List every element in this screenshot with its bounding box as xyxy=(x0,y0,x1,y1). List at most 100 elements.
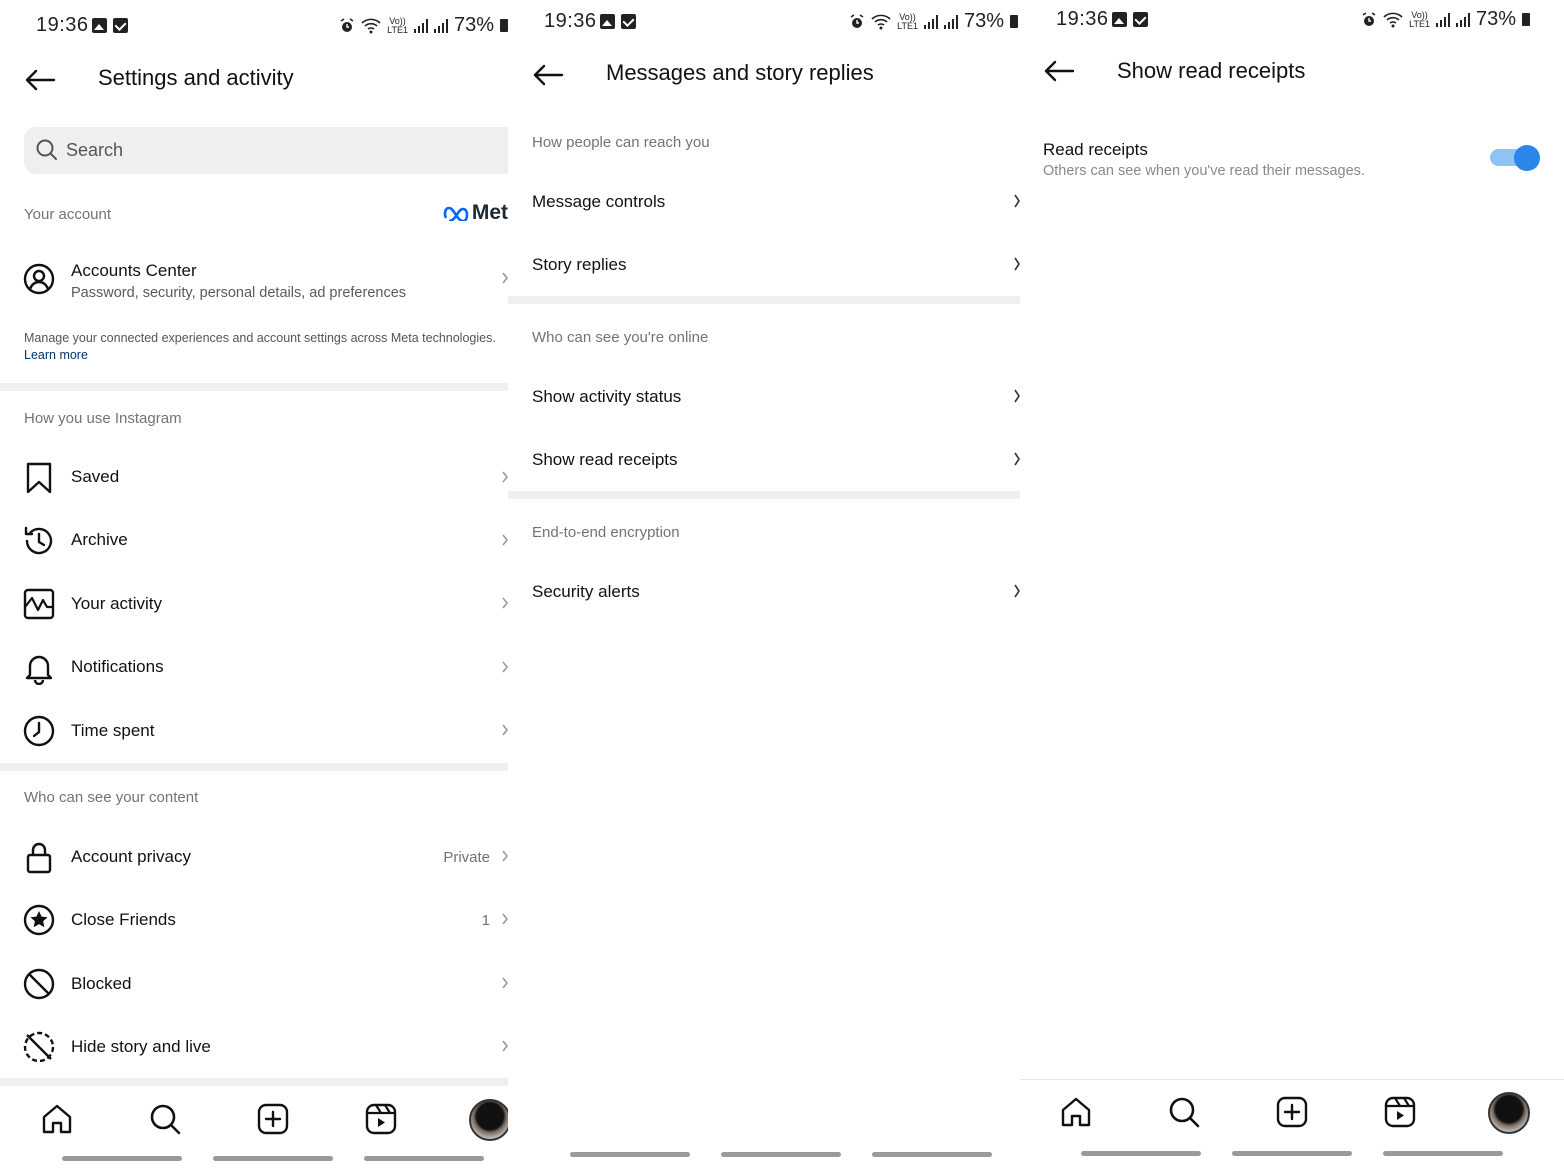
section-usage-label: How you use Instagram xyxy=(24,410,182,427)
signal-roaming-icon xyxy=(1455,12,1470,27)
back-arrow-icon[interactable] xyxy=(532,63,564,87)
home-icon[interactable] xyxy=(1059,1095,1093,1129)
time-spent-item[interactable]: Time spent xyxy=(0,700,508,760)
checkbox-notification-icon xyxy=(113,18,128,33)
gesture-bar xyxy=(872,1152,992,1157)
section-online-label: Who can see you're online xyxy=(532,329,709,346)
status-time: 19:36 xyxy=(1056,8,1109,30)
blocked-label: Blocked xyxy=(71,974,132,993)
signal-roaming-icon xyxy=(943,14,958,29)
settings-and-activity-screen: 19:36 Vo)) LTE1 73% Settings and activity… xyxy=(0,0,508,1172)
battery-percent: 73% xyxy=(963,10,1004,32)
wifi-icon xyxy=(361,18,381,33)
read-receipts-description: Others can see when you've read their me… xyxy=(1043,163,1365,179)
account-privacy-item[interactable]: Account privacy Private xyxy=(0,826,508,886)
notifications-item[interactable]: Notifications xyxy=(0,637,508,697)
battery-icon xyxy=(500,19,508,32)
section-reach-label: How people can reach you xyxy=(532,134,710,151)
hide-story-and-live-item[interactable]: Hide story and live xyxy=(0,1016,508,1076)
battery-percent: 73% xyxy=(1475,8,1516,30)
battery-percent: 73% xyxy=(453,14,494,36)
home-icon[interactable] xyxy=(40,1102,74,1136)
bottom-nav xyxy=(0,1086,508,1172)
reels-icon[interactable] xyxy=(364,1102,398,1136)
show-activity-status-label: Show activity status xyxy=(532,387,682,406)
archive-item[interactable]: Archive xyxy=(0,510,508,570)
volte-indicator: Vo)) LTE1 xyxy=(387,15,408,35)
alarm-icon xyxy=(850,13,864,28)
hide-story-label: Hide story and live xyxy=(71,1037,211,1056)
lock-icon xyxy=(26,842,52,874)
blocked-item[interactable]: Blocked xyxy=(0,953,508,1013)
saved-item[interactable]: Saved xyxy=(0,447,508,507)
account-privacy-value: Private xyxy=(443,849,490,866)
gesture-bar xyxy=(1232,1151,1352,1156)
checkbox-notification-icon xyxy=(621,14,636,29)
story-replies-label: Story replies xyxy=(532,255,627,274)
signal-icon xyxy=(413,18,428,33)
back-arrow-icon[interactable] xyxy=(24,68,56,92)
search-input[interactable]: Search xyxy=(24,127,508,174)
messages-and-story-replies-screen: 19:36 Vo)) LTE1 73% Messages and story re… xyxy=(508,0,1020,1172)
profile-avatar[interactable] xyxy=(1488,1092,1530,1134)
section-divider xyxy=(0,763,508,771)
bell-icon xyxy=(25,655,53,685)
profile-avatar[interactable] xyxy=(469,1099,508,1141)
wifi-icon xyxy=(1383,12,1403,27)
page-title: Show read receipts xyxy=(1117,58,1306,83)
create-icon[interactable] xyxy=(1275,1095,1309,1129)
section-divider xyxy=(0,383,508,391)
signal-roaming-icon xyxy=(433,18,448,33)
section-divider xyxy=(508,491,1020,499)
close-friends-item[interactable]: Close Friends 1 xyxy=(0,889,508,949)
page-title: Messages and story replies xyxy=(606,60,874,85)
search-icon[interactable] xyxy=(148,1102,182,1136)
section-divider xyxy=(508,296,1020,304)
status-time: 19:36 xyxy=(544,10,597,32)
checkbox-notification-icon xyxy=(1133,12,1148,27)
accounts-center-item[interactable]: Accounts Center Password, security, pers… xyxy=(0,250,508,312)
meta-note: Manage your connected experiences and ac… xyxy=(24,331,496,345)
show-read-receipts-label: Show read receipts xyxy=(532,450,678,469)
clock-icon xyxy=(23,715,55,747)
gesture-bar xyxy=(62,1156,182,1161)
search-icon[interactable] xyxy=(1167,1095,1201,1129)
gesture-bar xyxy=(721,1152,841,1157)
gallery-notification-icon xyxy=(1112,12,1127,27)
close-friends-count: 1 xyxy=(481,912,490,929)
gesture-bar xyxy=(1383,1151,1503,1156)
signal-icon xyxy=(923,14,938,29)
header: Messages and story replies xyxy=(508,55,1020,95)
read-receipts-toggle[interactable] xyxy=(1490,145,1540,171)
block-icon xyxy=(23,968,55,1000)
archive-clock-icon xyxy=(24,526,53,555)
header: Show read receipts xyxy=(1020,53,1564,93)
back-arrow-icon[interactable] xyxy=(1043,59,1075,83)
gesture-bar xyxy=(570,1152,690,1157)
bookmark-icon xyxy=(26,462,52,494)
your-activity-item[interactable]: Your activity xyxy=(0,573,508,633)
status-time: 19:36 xyxy=(36,14,89,36)
accounts-center-subtitle: Password, security, personal details, ad… xyxy=(71,285,407,301)
learn-more-link[interactable]: Learn more xyxy=(24,348,88,362)
section-encryption-label: End-to-end encryption xyxy=(532,524,680,541)
reels-icon[interactable] xyxy=(1383,1095,1417,1129)
status-bar: 19:36 Vo)) LTE1 73% xyxy=(0,14,508,44)
star-circle-icon xyxy=(23,904,55,936)
battery-icon xyxy=(1010,15,1018,28)
time-spent-label: Time spent xyxy=(71,721,155,740)
notifications-label: Notifications xyxy=(71,657,164,676)
gallery-notification-icon xyxy=(92,18,107,33)
wifi-icon xyxy=(871,14,891,29)
read-receipts-title: Read receipts xyxy=(1043,140,1148,159)
search-placeholder: Search xyxy=(66,140,124,160)
saved-label: Saved xyxy=(71,467,120,486)
your-activity-label: Your activity xyxy=(71,594,163,613)
section-divider xyxy=(0,1078,508,1086)
create-icon[interactable] xyxy=(256,1102,290,1136)
meta-logo: Met xyxy=(443,201,508,225)
gesture-bar xyxy=(1081,1151,1201,1156)
gallery-notification-icon xyxy=(600,14,615,29)
volte-indicator: Vo)) LTE1 xyxy=(1409,9,1430,29)
header: Settings and activity xyxy=(0,60,508,100)
